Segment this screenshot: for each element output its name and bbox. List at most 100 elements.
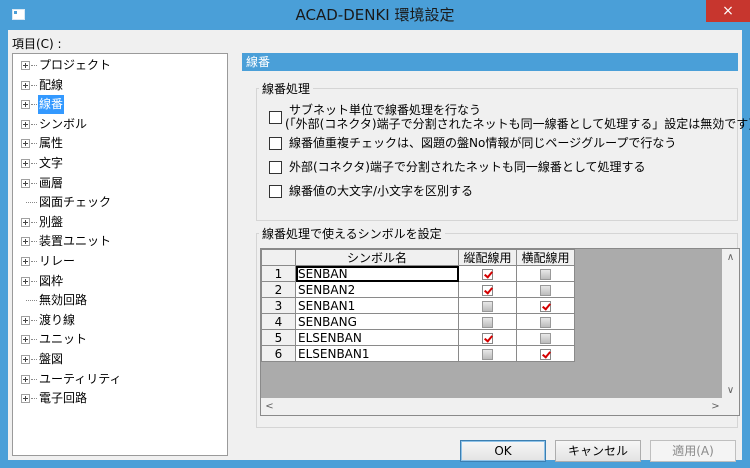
cancel-button[interactable]: キャンセル bbox=[555, 440, 641, 462]
expand-icon[interactable] bbox=[21, 100, 30, 110]
unchecked-checkbox-icon[interactable] bbox=[540, 268, 551, 280]
symbol-name-cell[interactable]: ELSENBAN1 bbox=[295, 345, 459, 362]
option-label: サブネット単位で線番処理を行なう bbox=[289, 103, 482, 117]
expand-icon[interactable] bbox=[21, 257, 30, 266]
expand-icon[interactable] bbox=[21, 159, 30, 168]
expand-icon[interactable] bbox=[21, 178, 30, 188]
tree-item-label: 図面チェック bbox=[39, 195, 112, 210]
vertical-cell[interactable] bbox=[458, 329, 517, 346]
expand-icon[interactable] bbox=[21, 276, 30, 286]
symbol-grid[interactable]: シンボル名 縦配線用 横配線用 1 SENBAN 2 SENBAN2 3 SENBAN1 4… bbox=[260, 248, 740, 416]
table-row[interactable]: 4 SENBANG bbox=[261, 313, 575, 330]
table-row[interactable]: 5 ELSENBAN bbox=[261, 329, 575, 346]
option-checkbox[interactable] bbox=[269, 111, 282, 124]
vertical-cell[interactable] bbox=[458, 265, 517, 282]
tree-item-label: 配線 bbox=[39, 77, 64, 92]
horizontal-cell[interactable] bbox=[516, 281, 575, 298]
column-header-symbol-name[interactable]: シンボル名 bbox=[295, 249, 459, 266]
expand-icon[interactable] bbox=[21, 335, 30, 345]
tree-item-label: 盤図 bbox=[39, 352, 64, 366]
checked-checkbox-icon[interactable] bbox=[482, 332, 493, 344]
tree-connector bbox=[31, 319, 37, 321]
expand-icon[interactable] bbox=[21, 394, 30, 404]
unchecked-checkbox-icon[interactable] bbox=[540, 284, 551, 296]
tree-connector bbox=[31, 84, 37, 86]
checked-checkbox-icon[interactable] bbox=[540, 348, 551, 360]
window-title: ACAD-DENKI 環境設定 bbox=[295, 6, 455, 24]
tree-connector bbox=[31, 182, 37, 184]
ok-button[interactable]: OK bbox=[460, 440, 546, 462]
tree-item-label: ユーティリティ bbox=[39, 371, 122, 386]
unchecked-checkbox-icon[interactable] bbox=[482, 316, 493, 328]
horizontal-scrollbar[interactable]: < > bbox=[261, 398, 724, 415]
expand-icon[interactable] bbox=[21, 61, 30, 70]
unchecked-checkbox-icon[interactable] bbox=[482, 348, 493, 360]
table-row[interactable]: 3 SENBAN1 bbox=[261, 297, 575, 314]
tree-connector bbox=[31, 398, 37, 400]
symbol-groupbox: 線番処理で使えるシンボルを設定 シンボル名 縦配線用 横配線用 1 SENBAN 2… bbox=[256, 226, 740, 428]
tree-item-label: ユニット bbox=[39, 332, 88, 347]
tree-item-label: リレー bbox=[39, 254, 76, 268]
horizontal-cell[interactable] bbox=[516, 329, 575, 346]
scrollbar-corner bbox=[722, 398, 739, 415]
dialog-client-area: 項目(C) : プロジェクト 配線 線番 シンボル 属性 文字 画層 図面チェック 別盤 装置ユニ… bbox=[8, 30, 750, 462]
column-header-horizontal[interactable]: 横配線用 bbox=[516, 249, 575, 266]
tree-connector bbox=[31, 65, 37, 66]
vertical-scrollbar[interactable]: ∧ ∨ bbox=[722, 249, 739, 399]
scroll-down-icon[interactable]: ∨ bbox=[722, 382, 739, 399]
option-checkbox[interactable] bbox=[269, 137, 282, 150]
unchecked-checkbox-icon[interactable] bbox=[540, 316, 551, 328]
symbol-name-cell[interactable]: SENBAN bbox=[295, 265, 459, 282]
unchecked-checkbox-icon[interactable] bbox=[540, 332, 551, 344]
tree-connector bbox=[31, 104, 37, 106]
vertical-cell[interactable] bbox=[458, 313, 517, 330]
tree-item-label: 属性 bbox=[39, 136, 64, 151]
expand-icon[interactable] bbox=[21, 237, 30, 247]
tree-item-label: プロジェクト bbox=[39, 58, 112, 72]
horizontal-cell[interactable] bbox=[516, 345, 575, 362]
close-button[interactable]: × bbox=[706, 0, 750, 22]
tree-connector bbox=[31, 221, 37, 223]
settings-window: ACAD-DENKI 環境設定 × 項目(C) : プロジェクト 配線 線番 シンボル… bbox=[0, 0, 750, 468]
row-number: 6 bbox=[261, 345, 296, 362]
table-row[interactable]: 1 SENBAN bbox=[261, 265, 575, 282]
column-header-vertical[interactable]: 縦配線用 bbox=[458, 249, 517, 266]
scroll-left-icon[interactable]: < bbox=[261, 398, 278, 415]
tree-connector bbox=[31, 123, 37, 125]
expand-icon[interactable] bbox=[21, 217, 30, 227]
horizontal-cell[interactable] bbox=[516, 313, 575, 330]
scroll-up-icon[interactable]: ∧ bbox=[722, 249, 739, 266]
expand-icon[interactable] bbox=[21, 119, 30, 129]
option-checkbox[interactable] bbox=[269, 161, 282, 174]
expand-icon[interactable] bbox=[21, 139, 30, 149]
apply-button[interactable]: 適用(A) bbox=[650, 440, 736, 462]
expand-icon[interactable] bbox=[21, 80, 30, 90]
tree-item-label: 電子回路 bbox=[39, 391, 88, 406]
checked-checkbox-icon[interactable] bbox=[482, 268, 493, 280]
tree-connector bbox=[31, 163, 37, 164]
horizontal-cell[interactable] bbox=[516, 297, 575, 314]
symbol-group-title: 線番処理で使えるシンボルを設定 bbox=[259, 226, 445, 242]
tree-item-label: 文字 bbox=[39, 156, 64, 170]
vertical-cell[interactable] bbox=[458, 281, 517, 298]
checked-checkbox-icon[interactable] bbox=[540, 300, 551, 312]
horizontal-cell[interactable] bbox=[516, 265, 575, 282]
vertical-cell[interactable] bbox=[458, 297, 517, 314]
table-row[interactable]: 6 ELSENBAN1 bbox=[261, 345, 575, 362]
row-number: 3 bbox=[261, 297, 296, 314]
symbol-name-cell[interactable]: SENBAN1 bbox=[295, 297, 459, 314]
option-checkbox[interactable] bbox=[269, 185, 282, 198]
expand-icon[interactable] bbox=[21, 355, 30, 364]
expand-icon[interactable] bbox=[21, 374, 30, 384]
processing-group-title: 線番処理 bbox=[259, 81, 314, 97]
checked-checkbox-icon[interactable] bbox=[482, 284, 493, 296]
symbol-name-cell[interactable]: SENBANG bbox=[295, 313, 459, 330]
table-row[interactable]: 2 SENBAN2 bbox=[261, 281, 575, 298]
expand-icon[interactable] bbox=[21, 315, 30, 325]
vertical-cell[interactable] bbox=[458, 345, 517, 362]
unchecked-checkbox-icon[interactable] bbox=[482, 300, 493, 312]
symbol-name-cell[interactable]: SENBAN2 bbox=[295, 281, 459, 298]
category-tree[interactable]: プロジェクト 配線 線番 シンボル 属性 文字 画層 図面チェック 別盤 装置ユニット リレー 図枠無… bbox=[12, 53, 228, 456]
title-bar[interactable]: ACAD-DENKI 環境設定 × bbox=[0, 0, 750, 30]
symbol-name-cell[interactable]: ELSENBAN bbox=[295, 329, 459, 346]
